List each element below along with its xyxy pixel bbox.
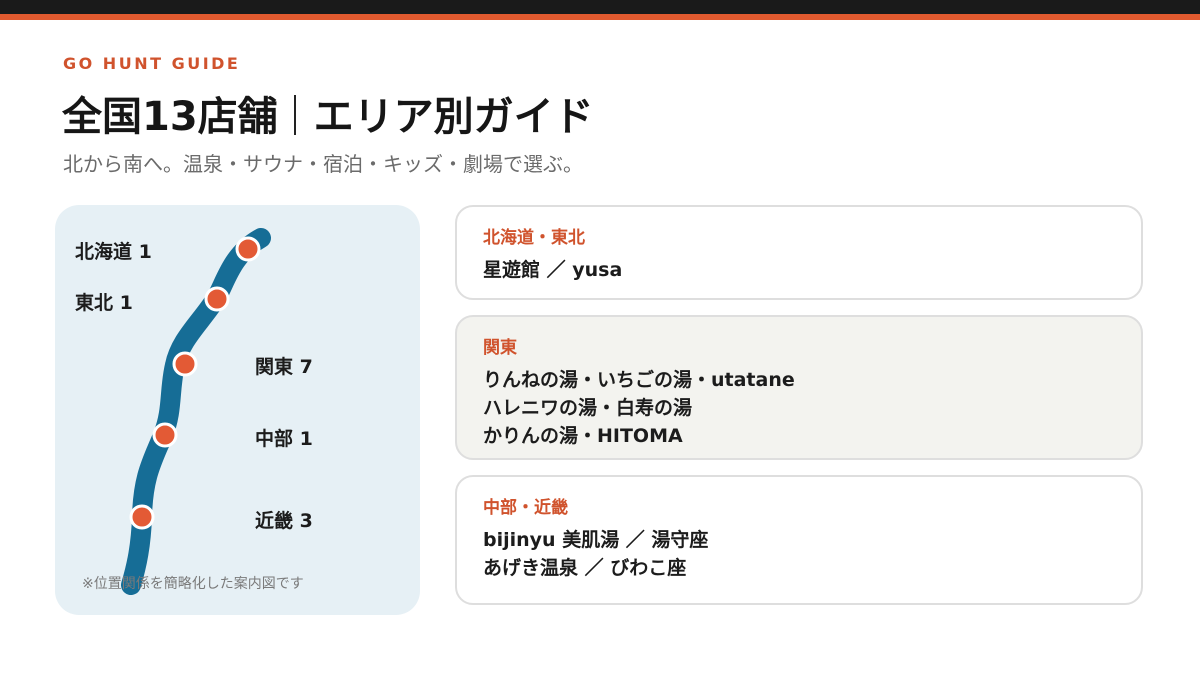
area-card-line: ハレニワの湯・白寿の湯 (483, 397, 693, 419)
map-note: ※位置関係を簡略化した案内図です (82, 576, 304, 592)
japan-map-graphic (121, 228, 271, 595)
title-divider (293, 95, 296, 135)
area-card-line: 星遊館 ／ yusa (483, 259, 623, 281)
map-pin-tohoku (204, 286, 230, 312)
map-label-tohoku: 東北 1 (75, 292, 133, 314)
area-card-chubu-kinki: 中部・近畿 bijinyu 美肌湯 ／ 湯守座 あげき温泉 ／ びわこ座 (455, 475, 1143, 605)
area-card-title: 中部・近畿 (483, 498, 568, 518)
area-card-hokkaido-tohoku: 北海道・東北 星遊館 ／ yusa (455, 205, 1143, 300)
area-card-line: りんねの湯・いちごの湯・utatane (483, 369, 795, 391)
eyebrow-label: GO HUNT GUIDE (63, 54, 241, 73)
area-card-line: かりんの湯・HITOMA (483, 425, 683, 447)
japan-map-panel: 北海道 1 東北 1 関東 7 中部 1 近畿 3 ※位置関係を簡略化した案内図… (55, 205, 420, 615)
area-card-title: 北海道・東北 (483, 228, 585, 248)
area-card-kanto: 関東 りんねの湯・いちごの湯・utatane ハレニワの湯・白寿の湯 かりんの湯… (455, 315, 1143, 460)
top-bar (0, 0, 1200, 14)
map-label-hokkaido: 北海道 1 (75, 241, 152, 263)
title-main: 全国13店舗 (62, 94, 278, 140)
area-card-line: あげき温泉 ／ びわこ座 (483, 557, 687, 579)
title-sub: エリア別ガイド (313, 94, 594, 140)
area-card-line: bijinyu 美肌湯 ／ 湯守座 (483, 529, 709, 551)
map-label-chubu: 中部 1 (255, 428, 313, 450)
map-pin-kanto (172, 351, 198, 377)
top-accent-stripe (0, 14, 1200, 20)
area-card-title: 関東 (483, 338, 517, 358)
map-pin-chubu (152, 422, 178, 448)
map-pin-kinki (129, 504, 155, 530)
page-title: 全国13店舗 エリア別ガイド (62, 84, 594, 142)
map-label-kanto: 関東 7 (255, 356, 313, 378)
map-label-kinki: 近畿 3 (255, 510, 313, 532)
map-pin-hokkaido (235, 236, 261, 262)
japan-route-line (121, 228, 271, 595)
page-subtitle: 北から南へ。温泉・サウナ・宿泊・キッズ・劇場で選ぶ。 (63, 152, 583, 176)
